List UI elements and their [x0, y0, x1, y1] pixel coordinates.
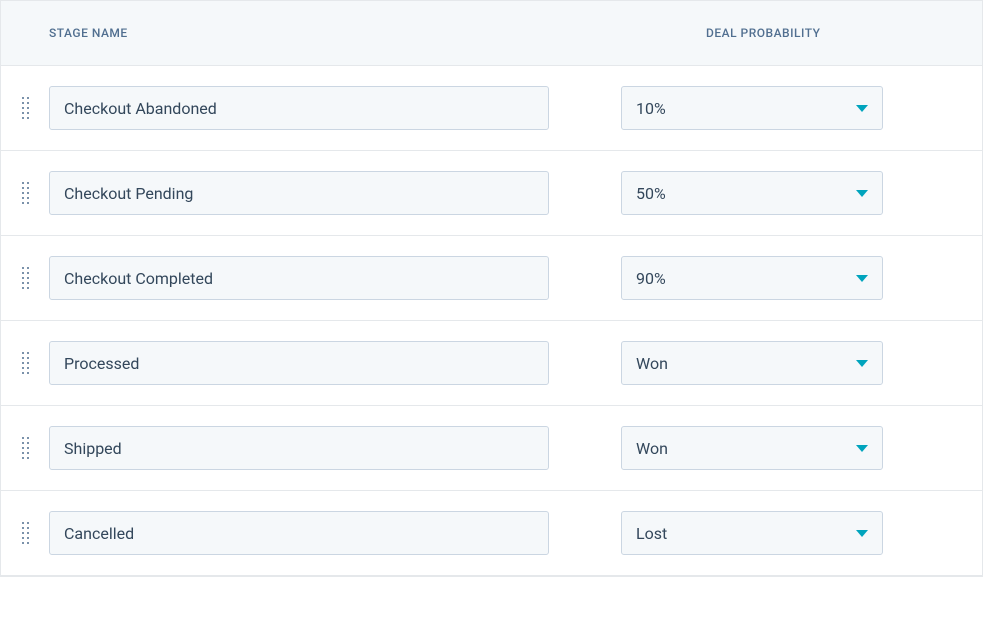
stage-name-col — [49, 86, 621, 130]
chevron-down-icon — [856, 360, 868, 367]
chevron-down-icon — [856, 190, 868, 197]
probability-col: 90% — [621, 256, 883, 300]
deal-probability-select[interactable]: 90% — [621, 256, 883, 300]
deal-probability-value: 50% — [636, 184, 666, 203]
table-row: Won — [1, 406, 982, 491]
stage-name-col — [49, 341, 621, 385]
deal-probability-select[interactable]: Lost — [621, 511, 883, 555]
probability-col: 10% — [621, 86, 883, 130]
stages-table: STAGE NAME DEAL PROBABILITY 10% — [0, 0, 983, 577]
header-stage-name: STAGE NAME — [1, 26, 691, 40]
drag-handle-icon[interactable] — [22, 437, 29, 459]
stage-name-input[interactable] — [49, 256, 549, 300]
drag-col — [1, 182, 49, 204]
header-deal-probability: DEAL PROBABILITY — [691, 26, 982, 40]
probability-col: 50% — [621, 171, 883, 215]
drag-handle-icon[interactable] — [22, 522, 29, 544]
drag-col — [1, 437, 49, 459]
chevron-down-icon — [856, 275, 868, 282]
drag-col — [1, 97, 49, 119]
table-header-row: STAGE NAME DEAL PROBABILITY — [1, 0, 982, 66]
drag-col — [1, 267, 49, 289]
deal-probability-select[interactable]: 50% — [621, 171, 883, 215]
drag-col — [1, 522, 49, 544]
deal-probability-value: Lost — [636, 524, 667, 543]
stage-name-input[interactable] — [49, 171, 549, 215]
stage-name-input[interactable] — [49, 511, 549, 555]
table-row: 90% — [1, 236, 982, 321]
deal-probability-select[interactable]: Won — [621, 341, 883, 385]
stage-name-input[interactable] — [49, 341, 549, 385]
stage-name-input[interactable] — [49, 426, 549, 470]
chevron-down-icon — [856, 445, 868, 452]
drag-col — [1, 352, 49, 374]
deal-probability-select[interactable]: 10% — [621, 86, 883, 130]
table-row: Won — [1, 321, 982, 406]
stage-name-input[interactable] — [49, 86, 549, 130]
stage-name-col — [49, 426, 621, 470]
chevron-down-icon — [856, 105, 868, 112]
stage-name-col — [49, 511, 621, 555]
probability-col: Lost — [621, 511, 883, 555]
probability-col: Won — [621, 426, 883, 470]
deal-probability-value: Won — [636, 439, 668, 458]
stage-name-col — [49, 171, 621, 215]
table-row: 50% — [1, 151, 982, 236]
deal-probability-value: 90% — [636, 269, 666, 288]
table-row: 10% — [1, 66, 982, 151]
drag-handle-icon[interactable] — [22, 267, 29, 289]
drag-handle-icon[interactable] — [22, 352, 29, 374]
deal-probability-select[interactable]: Won — [621, 426, 883, 470]
stage-name-col — [49, 256, 621, 300]
deal-probability-value: 10% — [636, 99, 666, 118]
drag-handle-icon[interactable] — [22, 182, 29, 204]
table-row: Lost — [1, 491, 982, 576]
drag-handle-icon[interactable] — [22, 97, 29, 119]
deal-probability-value: Won — [636, 354, 668, 373]
probability-col: Won — [621, 341, 883, 385]
chevron-down-icon — [856, 530, 868, 537]
